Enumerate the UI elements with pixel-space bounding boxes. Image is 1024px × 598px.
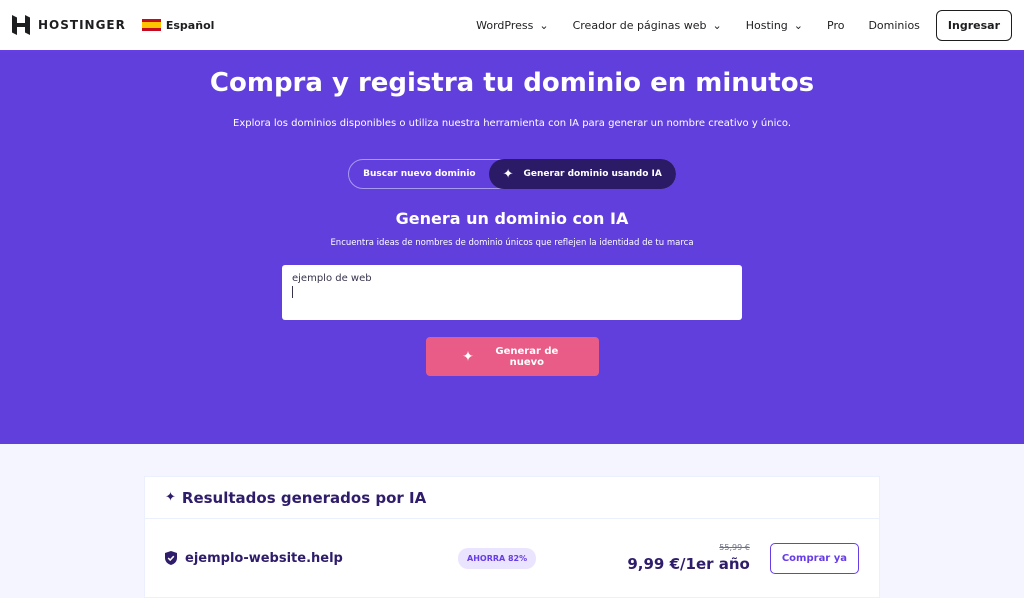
chevron-down-icon: ⌄ (793, 18, 803, 32)
tab-generate-ai[interactable]: ✦ Generar dominio usando IA (488, 159, 676, 189)
generate-again-button[interactable]: ✦ Generar de nuevo (425, 337, 599, 376)
sparkles-icon: ✦ (502, 166, 514, 182)
ai-section-subtitle: Encuentra ideas de nombres de dominio ún… (330, 238, 694, 248)
login-button[interactable]: Ingresar (935, 9, 1012, 41)
menu-domains[interactable]: Dominios (868, 19, 919, 32)
language-label: Español (165, 18, 215, 32)
chevron-down-icon: ⌄ (712, 18, 722, 32)
results-card: ✦ Resultados generados por IA ejemplo-we… (144, 476, 880, 598)
page-title: Compra y registra tu dominio en minutos (209, 68, 815, 98)
sparkles-icon: ✦ (165, 490, 176, 505)
current-price: 9,99 €/1er año (627, 555, 750, 573)
price-block: 55,99 € 9,99 €/1er año (627, 543, 749, 573)
buy-now-button[interactable]: Comprar ya (769, 542, 859, 574)
domain-text: ejemplo-website.help (185, 550, 343, 566)
domain-name: ejemplo-website.help (165, 551, 458, 566)
brand-name: HOSTINGER (38, 18, 126, 32)
menu-website-builder[interactable]: Creador de páginas web ⌄ (573, 19, 722, 32)
result-row: ejemplo-website.help AHORRA 82% 55,99 € … (145, 519, 879, 597)
hostinger-logo-icon (12, 15, 30, 35)
hostinger-logo[interactable]: HOSTINGER (12, 15, 126, 35)
top-nav: HOSTINGER Español WordPress ⌄ Creador de … (0, 0, 1024, 52)
menu-label: Hosting (745, 18, 788, 32)
domain-description-input[interactable]: ejemplo de web (282, 265, 742, 320)
tab-search-domain[interactable]: Buscar nuevo dominio (349, 160, 489, 188)
old-price: 55,99 € (719, 543, 750, 552)
spain-flag-icon (141, 19, 161, 31)
shield-check-icon (165, 551, 177, 565)
text-caret (292, 286, 293, 298)
menu-wordpress[interactable]: WordPress ⌄ (476, 19, 548, 32)
results-header: ✦ Resultados generados por IA (145, 477, 879, 519)
language-selector[interactable]: Español (141, 18, 215, 32)
chevron-down-icon: ⌄ (539, 18, 549, 32)
menu-label: WordPress (476, 18, 534, 32)
discount-badge: AHORRA 82% (458, 547, 537, 569)
tab-label: Generar dominio usando IA (523, 169, 662, 179)
sparkles-icon: ✦ (462, 348, 474, 365)
ai-section-title: Genera un dominio con IA (395, 209, 629, 228)
page-subtitle: Explora los dominios disponibles o utili… (233, 118, 791, 129)
hero-section: Compra y registra tu dominio en minutos … (0, 52, 1024, 444)
input-value: ejemplo de web (292, 273, 372, 284)
menu-hosting[interactable]: Hosting ⌄ (746, 19, 803, 32)
search-mode-toggle: Buscar nuevo dominio ✦ Generar dominio us… (348, 159, 676, 189)
results-title: Resultados generados por IA (181, 488, 427, 507)
menu-pro[interactable]: Pro (827, 19, 844, 32)
main-menu: WordPress ⌄ Creador de páginas web ⌄ Hosti… (476, 9, 1012, 41)
button-label: Generar de nuevo (495, 345, 559, 368)
menu-label: Creador de páginas web (572, 18, 707, 32)
